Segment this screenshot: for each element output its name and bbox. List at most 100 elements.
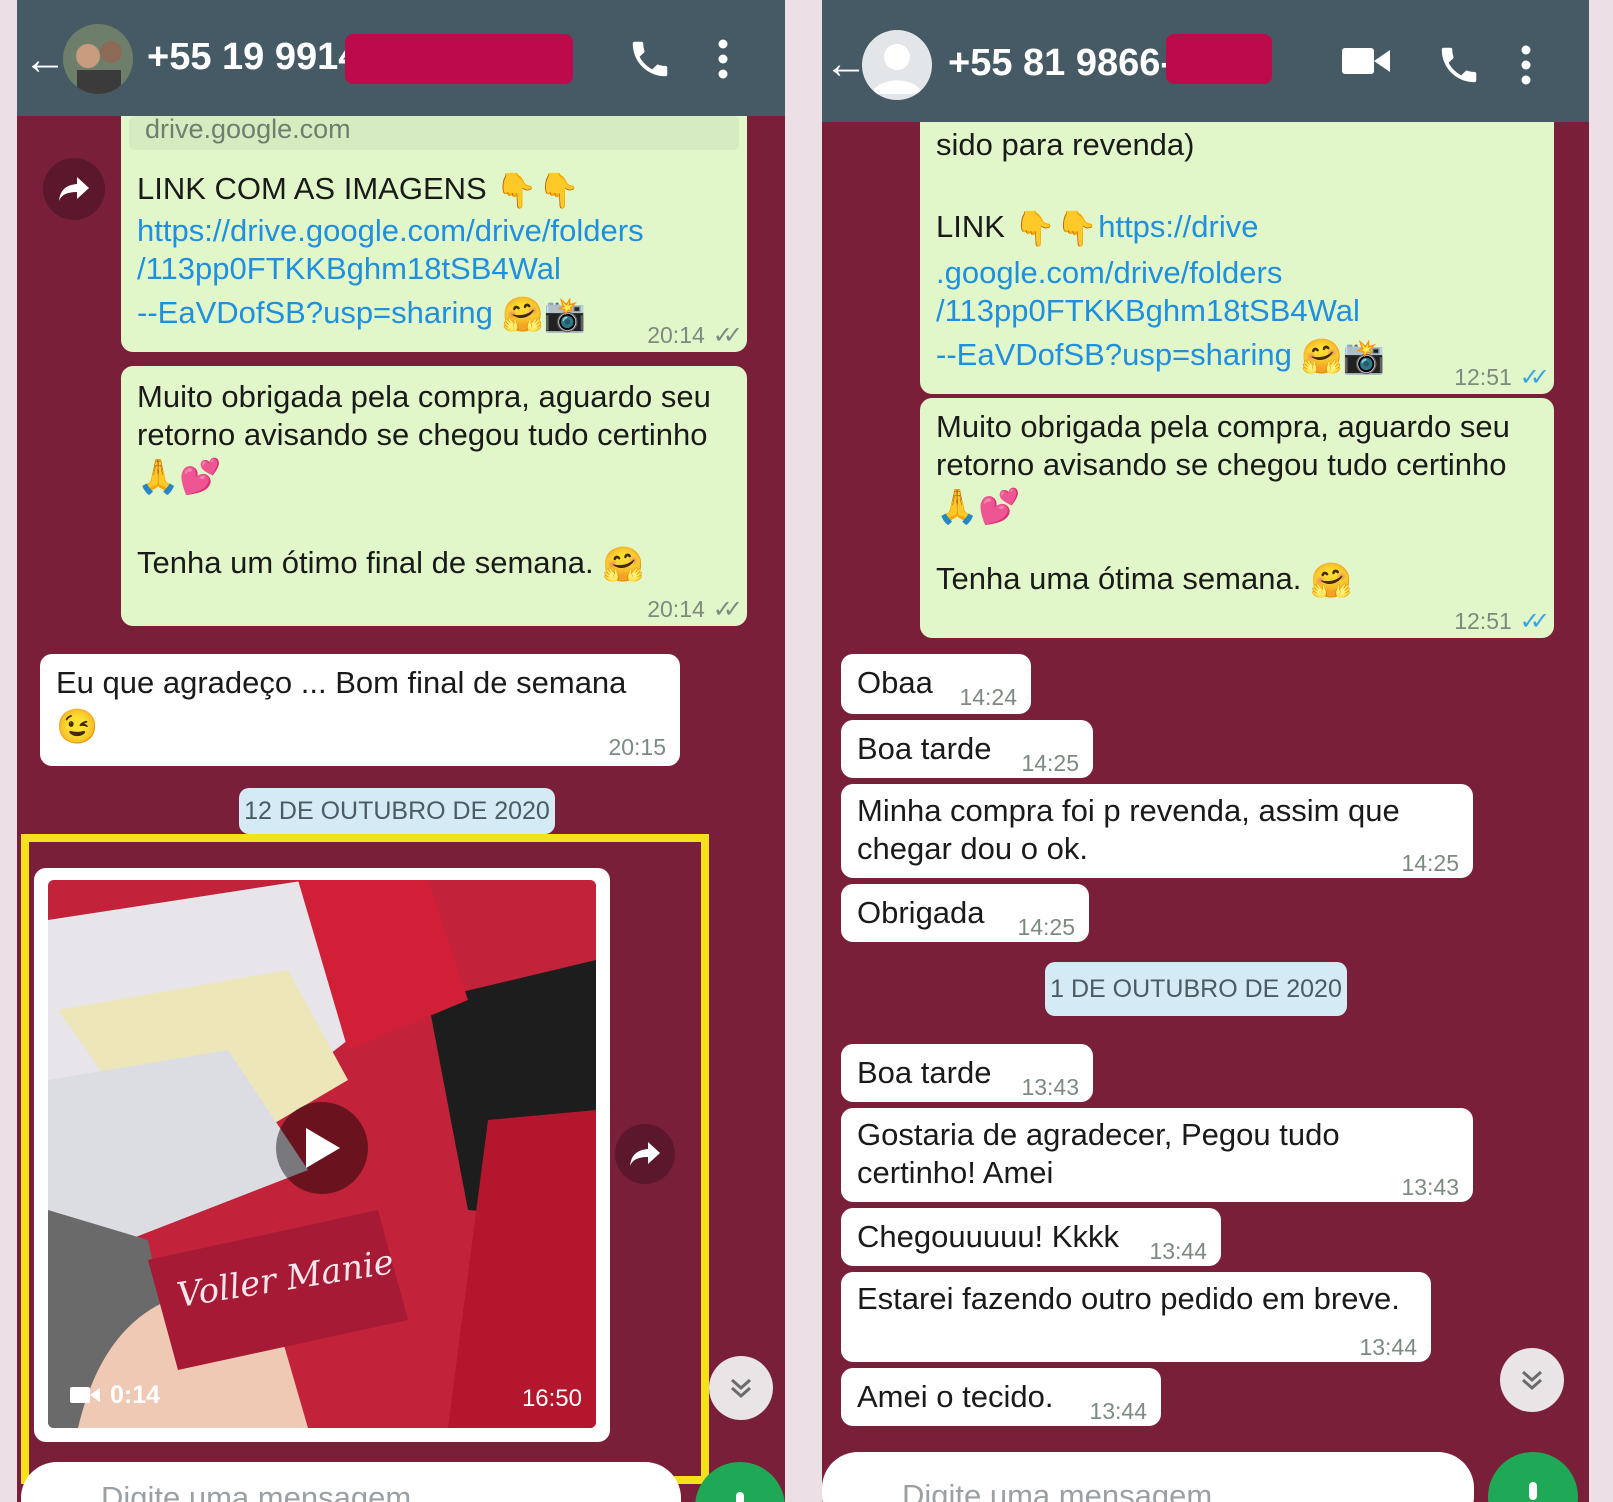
video-thumbnail[interactable]: Voller Manie 0:14 16:50: [48, 880, 596, 1428]
back-arrow-icon[interactable]: ←: [23, 38, 67, 82]
message-text: Minha compra foi p revenda, assim que: [857, 793, 1400, 828]
message-bubble-incoming[interactable]: Boa tarde 14:25: [841, 720, 1093, 778]
message-bubble-incoming[interactable]: Minha compra foi p revenda, assim que ch…: [841, 784, 1473, 878]
message-time: 14:25: [1021, 750, 1079, 776]
message-time: 13:43: [1021, 1074, 1079, 1100]
message-input[interactable]: Digite uma mensagem: [21, 1462, 681, 1502]
input-placeholder: Digite uma mensagem: [101, 1480, 412, 1502]
video-duration-text: 0:14: [110, 1381, 161, 1409]
call-icon[interactable]: [1436, 42, 1482, 88]
redaction-block: [1166, 34, 1272, 84]
link-line[interactable]: .google.com/drive/folders: [936, 254, 1385, 292]
message-bubble-incoming[interactable]: Amei o tecido. 13:44: [841, 1368, 1161, 1426]
mic-button[interactable]: [1488, 1452, 1578, 1502]
chat-header: ← +55 81 9866-: [822, 0, 1589, 122]
forward-icon[interactable]: [615, 1124, 675, 1184]
message-text: Amei o tecido.: [857, 1379, 1054, 1414]
message-bubble-incoming[interactable]: Eu que agradeço ... Bom final de semana …: [40, 654, 680, 766]
double-check-blue-icon: ✓✓: [1519, 608, 1550, 635]
double-check-icon: ✓✓: [712, 322, 743, 349]
chat-panel-left: ← +55 19 9914 drive.google.com LINK COM …: [17, 0, 785, 1502]
redaction-block: [345, 34, 573, 84]
chat-panel-right: ← +55 81 9866- sido para revenda) LINK 👇…: [822, 0, 1589, 1502]
link-line[interactable]: /113pp0FTKKBghm18tSB4Wal: [936, 292, 1385, 330]
message-time: 20:14 ✓✓: [647, 590, 743, 629]
message-text: LINK: [936, 209, 1005, 244]
message-bubble-incoming[interactable]: Chegouuuuu! Kkkk 13:44: [841, 1208, 1221, 1266]
video-duration: 0:14: [70, 1376, 160, 1414]
chevron-down-icon: [731, 1378, 751, 1399]
chat-header: ← +55 19 9914: [17, 0, 785, 116]
message-time-text: 12:51: [1454, 364, 1512, 390]
message-time-text: 20:14: [647, 322, 705, 348]
link-line[interactable]: --EaVDofSB?usp=sharing: [936, 337, 1292, 372]
message-text: Gostaria de agradecer, Pegou tudo: [857, 1117, 1340, 1152]
message-bubble-outgoing[interactable]: Muito obrigada pela compra, aguardo seu …: [121, 366, 747, 626]
message-text: Obaa: [857, 665, 933, 700]
wink-emoji: 😉: [56, 708, 99, 746]
message-bubble-incoming[interactable]: Gostaria de agradecer, Pegou tudo certin…: [841, 1108, 1473, 1202]
call-icon[interactable]: [627, 36, 673, 82]
message-bubble-incoming[interactable]: Obaa 14:24: [841, 654, 1031, 714]
message-bubble-incoming[interactable]: Obrigada 14:25: [841, 884, 1089, 942]
avatar[interactable]: [63, 24, 133, 94]
message-link[interactable]: https://drive.google.com/drive/folders /…: [137, 212, 644, 334]
message-time-text: 12:51: [1454, 608, 1512, 634]
mic-icon: [1529, 1482, 1537, 1500]
pointing-down-emoji: 👇👇: [1013, 209, 1099, 248]
message-text: Chegouuuuu! Kkkk: [857, 1219, 1119, 1254]
message-bubble-outgoing[interactable]: drive.google.com LINK COM AS IMAGENS 👇👇 …: [121, 100, 747, 352]
link-line[interactable]: /113pp0FTKKBghm18tSB4Wal: [137, 250, 644, 288]
more-options-icon[interactable]: [1516, 42, 1536, 88]
link-line[interactable]: https://drive.google.com/drive/folders: [137, 212, 644, 250]
pray-heart-emoji: 🙏💕: [137, 458, 222, 496]
message-text: certinho! Amei: [857, 1155, 1054, 1190]
message-text: Obrigada: [857, 895, 985, 930]
hug-camera-emoji: 🤗📸: [501, 295, 587, 334]
date-separator: 12 DE OUTUBRO DE 2020: [239, 788, 555, 834]
message-link[interactable]: .google.com/drive/folders /113pp0FTKKBgh…: [936, 254, 1385, 376]
link-line[interactable]: --EaVDofSB?usp=sharing: [137, 295, 493, 330]
contact-phone[interactable]: +55 19 9914: [147, 36, 359, 79]
link-line[interactable]: https://drive: [1098, 209, 1258, 244]
message-bubble-incoming[interactable]: Boa tarde 13:43: [841, 1044, 1093, 1102]
message-time: 14:24: [959, 684, 1017, 710]
scroll-down-button[interactable]: [1500, 1348, 1564, 1412]
message-text: Eu que agradeço ... Bom final de semana: [56, 665, 627, 700]
message-text: Boa tarde: [857, 731, 992, 766]
message-input[interactable]: Digite uma mensagem: [822, 1452, 1474, 1502]
forward-icon[interactable]: [43, 158, 105, 220]
message-time: 13:44: [1149, 1238, 1207, 1264]
message-text: Muito obrigada pela compra, aguardo seu: [137, 379, 711, 414]
message-bubble-outgoing[interactable]: Muito obrigada pela compra, aguardo seu …: [920, 398, 1554, 638]
input-placeholder: Digite uma mensagem: [902, 1478, 1213, 1502]
video-call-icon[interactable]: [1342, 44, 1390, 78]
mic-button[interactable]: [695, 1462, 785, 1502]
video-message-bubble[interactable]: Voller Manie 0:14 16:50: [34, 868, 610, 1442]
message-time: 14:25: [1017, 914, 1075, 940]
video-camera-icon: [70, 1387, 100, 1403]
chevron-down-icon: [1522, 1370, 1542, 1391]
message-text: retorno avisando se chegou tudo certinho: [137, 417, 708, 452]
message-time: 20:14 ✓✓: [647, 316, 743, 355]
message-time: 12:51 ✓✓: [1454, 358, 1550, 397]
message-text: Tenha um ótimo final de semana.: [137, 545, 594, 580]
message-text: Muito obrigada pela compra, aguardo seu: [936, 409, 1510, 444]
play-button[interactable]: [276, 1102, 368, 1194]
message-time: 13:44: [1359, 1334, 1417, 1360]
message-text: Estarei fazendo outro pedido em breve.: [857, 1281, 1400, 1316]
message-time: 14:25: [1401, 850, 1459, 876]
message-text: chegar dou o ok.: [857, 831, 1088, 866]
scroll-down-button[interactable]: [709, 1356, 773, 1420]
hug-emoji: 🤗: [1309, 561, 1353, 600]
hug-emoji: 🤗: [602, 545, 645, 584]
message-bubble-outgoing[interactable]: sido para revenda) LINK 👇👇https://drive …: [920, 110, 1554, 394]
message-text: Boa tarde: [857, 1055, 992, 1090]
avatar[interactable]: [862, 30, 932, 100]
more-options-icon[interactable]: [713, 36, 733, 82]
mic-icon: [736, 1492, 744, 1502]
message-text: Tenha uma ótima semana.: [936, 561, 1302, 596]
message-bubble-incoming[interactable]: Estarei fazendo outro pedido em breve. 1…: [841, 1272, 1431, 1362]
link-preview[interactable]: drive.google.com: [129, 114, 739, 150]
contact-phone[interactable]: +55 81 9866-: [948, 42, 1173, 85]
